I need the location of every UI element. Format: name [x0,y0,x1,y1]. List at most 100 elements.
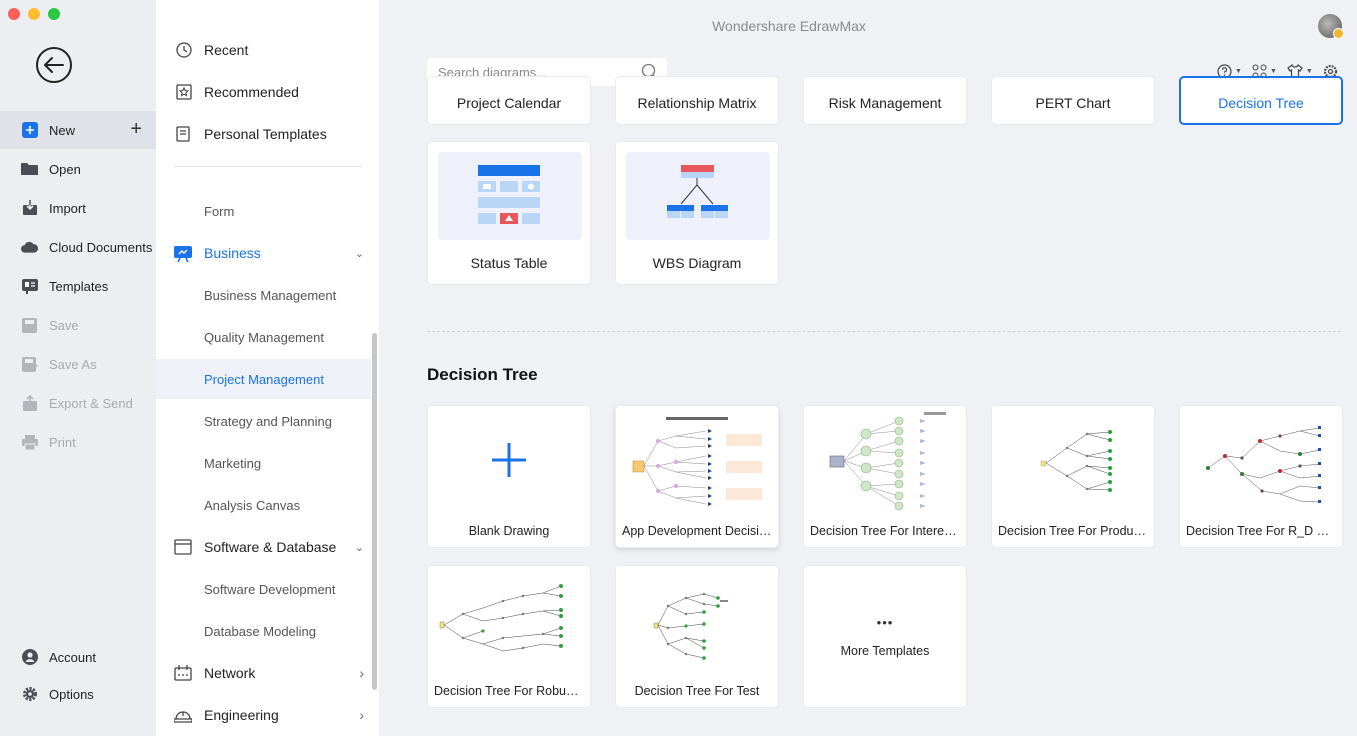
rail-item-save-as[interactable]: Save As [0,345,156,383]
card-label: WBS Diagram [652,255,742,271]
template-preview [616,566,778,676]
zoom-window-button[interactable] [48,8,60,20]
template-card-more-templates[interactable]: ••• More Templates [803,565,967,708]
group-label-software: Software & Database [204,539,337,555]
account-icon [21,649,38,666]
diagram-type-card-selected[interactable]: Decision Tree [1179,76,1343,125]
main-area: Wondershare EdrawMax ▼ ▼ ▼ Project Calen… [379,0,1357,736]
rail-item-options[interactable]: Options [0,675,156,713]
subcategory-analysis-canvas[interactable]: Analysis Canvas [204,498,300,513]
group-software-database[interactable]: Software & Database ⌄ [174,538,364,556]
rail-item-new[interactable]: New + [0,111,156,149]
group-engineering[interactable]: Engineering › [174,706,364,724]
rail-item-save[interactable]: Save [0,306,156,344]
template-card[interactable]: Decision Tree For Interest Rate [803,405,967,548]
template-card-blank-drawing[interactable]: Blank Drawing [427,405,591,548]
rail-label-import: Import [49,200,86,216]
group-business[interactable]: Business ⌄ [174,244,364,262]
template-preview [1180,406,1342,516]
card-label: Decision Tree For Test [634,684,760,698]
recommended-icon [176,84,192,100]
left-rail: New + Open Import Cloud Documents Templa… [0,0,156,736]
diagram-type-card[interactable]: Status Table [427,141,591,285]
template-preview [992,406,1154,516]
avatar[interactable] [1318,14,1344,39]
rail-label-save: Save [49,317,79,333]
template-card[interactable]: Decision Tree For R_D Project [1179,405,1343,548]
rail-item-templates[interactable]: Templates [0,267,156,305]
back-button[interactable] [36,47,72,83]
subcategory-marketing[interactable]: Marketing [204,456,261,471]
subcategory-strategy-planning[interactable]: Strategy and Planning [204,414,332,429]
template-card[interactable]: App Development Decision Tree [615,405,779,548]
card-label: Risk Management [828,95,942,111]
save-icon [21,317,38,334]
card-label: Project Calendar [456,95,562,111]
card-label: Decision Tree For Robust Design [434,684,590,698]
rail-label-options: Options [49,686,94,702]
rail-item-print[interactable]: Print [0,423,156,461]
card-label: Decision Tree For R_D Project [1186,524,1342,538]
minimize-window-button[interactable] [28,8,40,20]
group-label-business: Business [204,245,261,261]
subcategory-project-management[interactable]: Project Management [204,372,324,387]
section-title: Decision Tree [427,365,538,384]
rail-label-print: Print [49,434,76,450]
category-recommended[interactable]: Recommended [156,71,379,113]
chevron-right-icon: › [359,707,364,723]
rail-label-new: New [49,122,76,138]
category-personal-templates[interactable]: Personal Templates [156,113,379,155]
gear-icon [21,686,38,703]
rail-label-export: Export & Send [49,395,133,411]
helmet-icon [174,706,192,724]
template-preview [616,406,778,516]
category-label: Personal Templates [204,126,327,142]
diagram-type-card[interactable]: Risk Management [803,76,967,125]
diagram-type-card[interactable]: PERT Chart [991,76,1155,125]
chevron-right-icon: › [359,665,364,681]
category-recent[interactable]: Recent [156,29,379,71]
template-card[interactable]: Decision Tree For Product Launch [991,405,1155,548]
card-label: Decision Tree [1218,95,1304,111]
rail-item-open[interactable]: Open [0,150,156,188]
rail-item-export-send[interactable]: Export & Send [0,384,156,422]
rail-item-cloud-documents[interactable]: Cloud Documents [0,228,156,266]
rail-label-templates: Templates [49,278,109,294]
template-card[interactable]: Decision Tree For Robust Design [427,565,591,708]
window-controls [8,8,60,20]
more-dots-icon: ••• [876,615,894,630]
section-divider [427,331,1341,332]
subcategory-form[interactable]: Form [204,204,234,219]
subcategory-database-modeling[interactable]: Database Modeling [204,624,316,639]
subcategory-business-management[interactable]: Business Management [204,288,336,303]
diagram-type-card[interactable]: Project Calendar [427,76,591,125]
category-scrollbar[interactable] [372,333,377,690]
rail-item-account[interactable]: Account [0,638,156,676]
rail-item-import[interactable]: Import [0,189,156,227]
rail-label-account: Account [49,649,96,665]
template-preview [804,406,966,516]
subcategory-software-development[interactable]: Software Development [204,582,336,597]
group-network[interactable]: Network › [174,664,364,682]
network-icon [174,664,192,682]
caret-down-icon: ▼ [1305,68,1313,75]
document-icon [176,126,192,142]
subcategory-quality-management[interactable]: Quality Management [204,330,324,345]
diagram-type-card[interactable]: Relationship Matrix [615,76,779,125]
plus-square-icon [21,122,38,139]
caret-down-icon: ▼ [1235,68,1242,75]
card-label: Blank Drawing [468,524,550,538]
group-label-engineering: Engineering [204,707,279,723]
export-icon [21,395,38,412]
card-label: App Development Decision Tree [622,524,778,538]
import-icon [21,200,38,217]
divider [174,166,362,167]
save-as-icon [21,356,38,373]
cloud-icon [21,239,38,256]
close-window-button[interactable] [8,8,20,20]
add-icon[interactable]: + [130,119,142,139]
app-title-text: Wondershare EdrawMax [712,18,866,34]
template-card[interactable]: Decision Tree For Test [615,565,779,708]
caret-down-icon: ▼ [1269,68,1277,75]
diagram-type-card[interactable]: WBS Diagram [615,141,779,285]
